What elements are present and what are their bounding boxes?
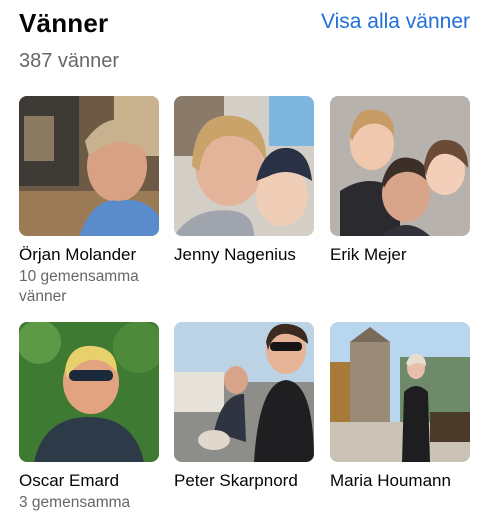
see-all-friends-link[interactable]: Visa alla vänner [321, 10, 470, 34]
friend-card[interactable]: Erik Mejer [330, 96, 470, 267]
friend-photo[interactable] [174, 96, 314, 236]
friend-photo-image [19, 96, 159, 236]
friend-card[interactable]: Oscar Emard 3 gemensamma [19, 322, 159, 513]
friend-photo[interactable] [19, 96, 159, 236]
friend-name[interactable]: Örjan Molander [19, 244, 159, 265]
friend-count: 387 vänner [19, 50, 120, 72]
friend-photo[interactable] [330, 96, 470, 236]
friend-name[interactable]: Peter Skarpnord [174, 470, 314, 491]
friend-name[interactable]: Oscar Emard [19, 470, 159, 491]
friend-card[interactable]: Örjan Molander 10 gemensamma vänner [19, 96, 159, 307]
friend-photo-image [174, 322, 314, 462]
friend-photo-image [19, 322, 159, 462]
friend-card[interactable]: Jenny Nagenius [174, 96, 314, 267]
section-title: Vänner [19, 8, 109, 38]
friend-name[interactable]: Jenny Nagenius [174, 244, 314, 265]
friend-photo[interactable] [174, 322, 314, 462]
friend-photo-image [330, 96, 470, 236]
mutual-friends: 3 gemensamma [19, 494, 131, 511]
friend-card[interactable]: Maria Houmann [330, 322, 470, 493]
friend-photo-image [174, 96, 314, 236]
mutual-friends: 10 gemensamma vänner [19, 268, 139, 305]
friend-name[interactable]: Maria Houmann [330, 470, 470, 491]
friend-name[interactable]: Erik Mejer [330, 244, 470, 265]
friend-photo-image [330, 322, 470, 462]
friend-photo[interactable] [19, 322, 159, 462]
friend-photo[interactable] [330, 322, 470, 462]
friend-card[interactable]: Peter Skarpnord [174, 322, 314, 493]
friends-section-header: Vänner 387 vänner Visa alla vänner [19, 8, 474, 78]
